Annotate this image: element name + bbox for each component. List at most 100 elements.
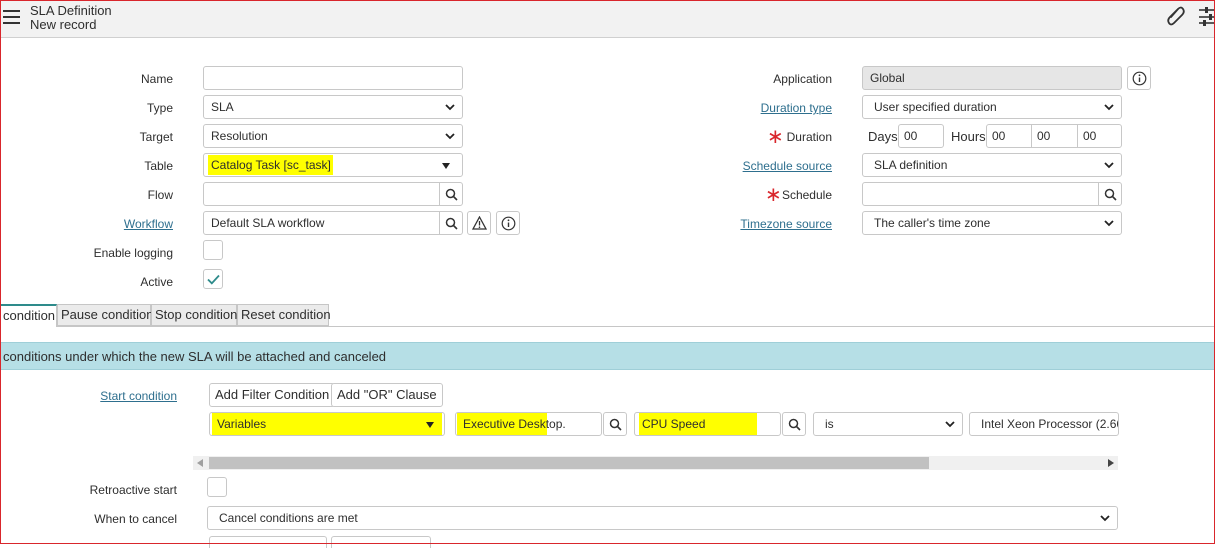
condition-value-input[interactable]: Intel Xeon Processor (2.66GI [969, 412, 1119, 436]
table-select[interactable]: Catalog Task [sc_task] [203, 153, 463, 177]
tab-stop-condition[interactable]: Stop condition [151, 304, 237, 326]
table-label: Table [144, 159, 173, 173]
chevron-down-icon [1104, 220, 1114, 227]
type-label: Type [146, 101, 173, 115]
add-filter-condition-button[interactable]: Add Filter Condition [209, 383, 336, 407]
active-checkbox[interactable] [203, 269, 223, 289]
catalog-item-lookup-button[interactable] [603, 412, 627, 436]
duration-type-select[interactable]: User specified duration [862, 95, 1122, 119]
schedule-label: Schedule [781, 188, 832, 202]
target-value: Resolution [211, 129, 268, 143]
when-to-cancel-value: Cancel conditions are met [219, 511, 358, 525]
search-icon [445, 217, 458, 230]
operator-select[interactable]: is [813, 412, 963, 436]
schedule-input[interactable] [862, 182, 1099, 206]
tab-reset-condition[interactable]: Reset condition [237, 304, 331, 326]
timezone-source-value: The caller's time zone [874, 216, 991, 230]
workflow-warning-button[interactable] [467, 211, 491, 235]
target-select[interactable]: Resolution [203, 124, 463, 148]
condition-field-select[interactable]: Variables [209, 412, 445, 436]
table-value: Catalog Task [sc_task] [211, 158, 331, 172]
chevron-down-icon [1104, 162, 1114, 169]
mandatory-asterisk-icon: ∗ [765, 184, 782, 206]
application-field: Global [862, 66, 1122, 90]
workflow-link[interactable]: Workflow [124, 217, 173, 231]
chevron-down-icon [445, 104, 455, 111]
minutes-input[interactable]: 00 [1031, 124, 1078, 148]
type-value: SLA [211, 100, 234, 114]
type-select[interactable]: SLA [203, 95, 463, 119]
schedule-source-link[interactable]: Schedule source [743, 159, 832, 173]
retroactive-start-label: Retroactive start [89, 483, 177, 497]
search-icon [788, 418, 801, 431]
form-header: SLA Definition New record [0, 0, 1215, 38]
info-icon [501, 216, 515, 230]
tab-strip-underline [0, 326, 1215, 327]
application-label: Application [773, 72, 832, 86]
flow-label: Flow [147, 188, 173, 202]
schedule-lookup-button[interactable] [1098, 182, 1122, 206]
dropdown-arrow-icon [442, 163, 450, 169]
section-info-banner: conditions under which the new SLA will … [0, 342, 1215, 370]
horizontal-scrollbar[interactable] [193, 456, 1118, 470]
seconds-input[interactable]: 00 [1077, 124, 1122, 148]
condition-field-value: Variables [217, 417, 267, 431]
variable-value: CPU Speed [642, 417, 706, 431]
cancel-add-filter-button-partial[interactable] [209, 536, 327, 548]
banner-text: conditions under which the new SLA will … [3, 349, 387, 364]
variable-input[interactable]: CPU Speed [634, 412, 781, 436]
dropdown-arrow-icon [426, 422, 434, 428]
enable-logging-label: Enable logging [93, 246, 173, 260]
flow-input[interactable] [203, 182, 440, 206]
application-info-button[interactable] [1127, 66, 1151, 90]
tab-pause-condition[interactable]: Pause condition [57, 304, 154, 326]
operator-value: is [825, 417, 834, 431]
duration-type-link[interactable]: Duration type [761, 101, 832, 115]
duration-type-value: User specified duration [874, 100, 997, 114]
start-condition-link[interactable]: Start condition [100, 389, 177, 403]
name-label: Name [140, 72, 173, 86]
hours-label: Hours [951, 129, 986, 144]
schedule-source-select[interactable]: SLA definition [862, 153, 1122, 177]
catalog-item-input[interactable]: Executive Desktop. [455, 412, 602, 436]
chevron-down-icon [945, 421, 955, 428]
workflow-info-button[interactable] [496, 211, 520, 235]
days-label: Days [868, 129, 898, 144]
target-label: Target [139, 130, 173, 144]
settings-sliders-icon[interactable] [1199, 6, 1215, 26]
condition-value: Intel Xeon Processor (2.66GI [981, 417, 1118, 431]
hamburger-menu-icon[interactable] [3, 10, 20, 24]
retroactive-start-checkbox[interactable] [207, 477, 227, 497]
chevron-down-icon [1100, 515, 1110, 522]
record-type-title: SLA Definition [30, 3, 112, 18]
chevron-down-icon [1104, 104, 1114, 111]
cancel-add-or-button-partial[interactable] [331, 536, 431, 548]
days-input[interactable]: 00 [898, 124, 944, 148]
scroll-left-arrow-icon[interactable] [197, 459, 203, 467]
when-to-cancel-label: When to cancel [94, 512, 177, 526]
paperclip-icon[interactable] [1166, 5, 1186, 27]
mandatory-asterisk-icon: ∗ [767, 126, 784, 148]
info-icon [1132, 71, 1146, 85]
name-input[interactable] [203, 66, 463, 90]
enable-logging-checkbox[interactable] [203, 240, 223, 260]
schedule-source-value: SLA definition [874, 158, 948, 172]
catalog-item-value: Executive Desktop. [463, 417, 566, 431]
workflow-input[interactable]: Default SLA workflow [203, 211, 440, 235]
tab-condition[interactable]: condition [0, 304, 57, 327]
search-icon [1104, 188, 1117, 201]
flow-lookup-button[interactable] [439, 182, 463, 206]
scroll-right-arrow-icon[interactable] [1108, 459, 1114, 467]
timezone-source-link[interactable]: Timezone source [740, 217, 832, 231]
chevron-down-icon [445, 133, 455, 140]
hours-input[interactable]: 00 [986, 124, 1032, 148]
scrollbar-thumb[interactable] [209, 457, 929, 469]
variable-lookup-button[interactable] [782, 412, 806, 436]
duration-label: Duration [786, 130, 832, 144]
search-icon [609, 418, 622, 431]
timezone-source-select[interactable]: The caller's time zone [862, 211, 1122, 235]
when-to-cancel-select[interactable]: Cancel conditions are met [207, 506, 1118, 530]
workflow-lookup-button[interactable] [439, 211, 463, 235]
warning-icon [471, 216, 487, 230]
add-or-clause-button[interactable]: Add "OR" Clause [331, 383, 443, 407]
